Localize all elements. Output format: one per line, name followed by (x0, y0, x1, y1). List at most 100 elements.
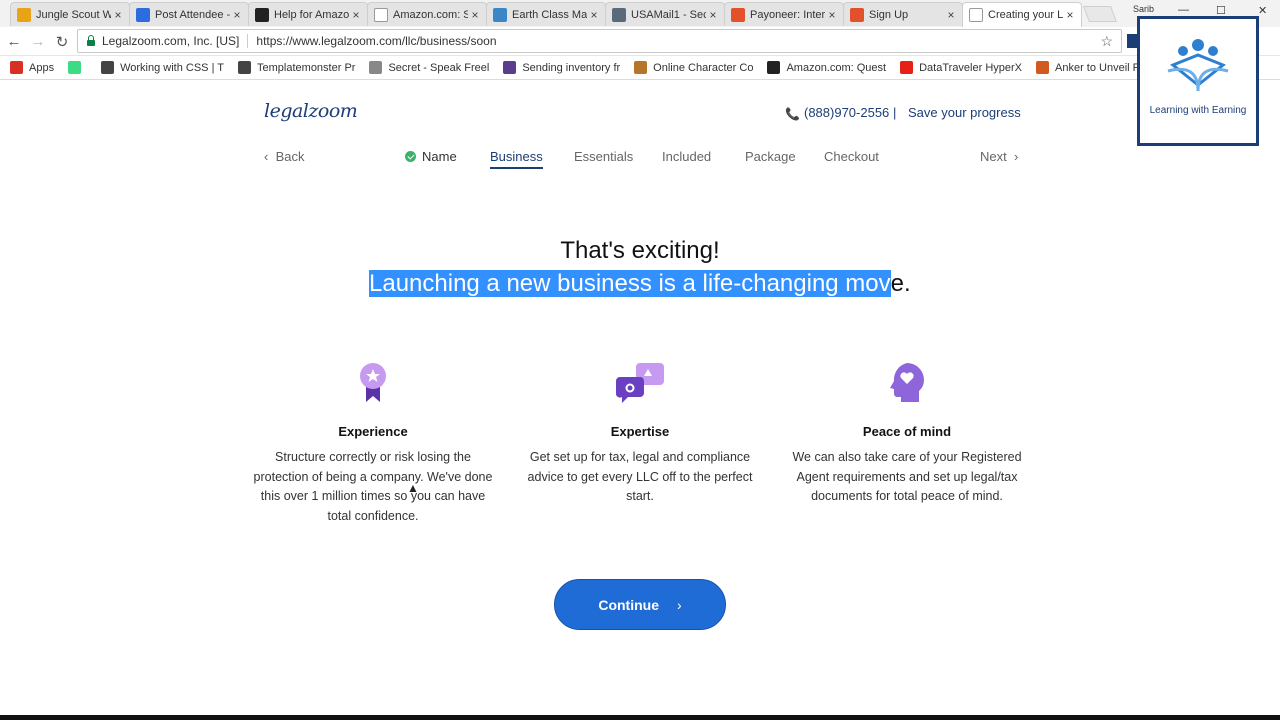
feature-title: Experience (338, 424, 408, 439)
close-icon[interactable]: × (706, 8, 720, 22)
step-package[interactable]: Package (745, 149, 796, 164)
tab-title: Sign Up (869, 8, 909, 21)
url-text[interactable]: https://www.legalzoom.com/llc/business/s… (256, 34, 496, 48)
browser-tab[interactable]: Amazon.com: S × (367, 2, 487, 26)
bookmark-item[interactable]: Working with CSS | T (101, 61, 224, 74)
browser-toolbar: ← → ↻ Legalzoom.com, Inc. [US] https://w… (0, 27, 1280, 56)
bookmark-item[interactable]: Secret - Speak Freel (369, 61, 489, 74)
apps-grid-icon (10, 61, 23, 74)
save-progress-link[interactable]: Save your progress (908, 105, 1021, 120)
feature-body: Structure correctly or risk losing the p… (253, 450, 493, 523)
phone-number[interactable]: (888)970-2556 (804, 105, 889, 120)
close-window-icon[interactable]: ✕ (1258, 4, 1267, 17)
amazon-icon (374, 7, 388, 22)
continue-button[interactable]: Continue › (554, 579, 726, 630)
header-divider: | (893, 105, 897, 120)
hero-subtitle: Launching a new business is a life-chang… (369, 270, 911, 297)
award-ribbon-icon (360, 363, 386, 402)
step-included[interactable]: Included (662, 149, 711, 164)
tab-title: Help for Amazo (274, 8, 349, 21)
bookmark-item[interactable]: Sending inventory fr (503, 61, 620, 74)
tab-title: Amazon.com: S (393, 8, 468, 21)
next-link[interactable]: Next › (980, 149, 1018, 164)
close-icon[interactable]: × (230, 8, 244, 22)
back-arrow-icon[interactable]: ← (6, 33, 22, 50)
page-content: legalzoom 📞 (888)970-2556 | Save your pr… (0, 81, 1280, 715)
browser-tab[interactable]: USAMail1 - Sec × (605, 2, 725, 26)
bookmark-label: Working with CSS | T (120, 61, 225, 74)
browser-tab[interactable]: Creating your L × (962, 2, 1082, 27)
signup-icon (850, 7, 864, 22)
profile-name[interactable]: Sarib (1133, 4, 1154, 14)
legalzoom-logo[interactable]: legalzoom (264, 100, 358, 122)
box-icon (634, 61, 648, 74)
chevron-right-icon: › (676, 596, 682, 613)
browser-tab[interactable]: Earth Class Mail × (486, 2, 606, 26)
step-essentials[interactable]: Essentials (574, 149, 633, 164)
earth-class-mail-icon (493, 7, 507, 22)
minimize-icon[interactable]: — (1178, 4, 1189, 16)
step-checkout[interactable]: Checkout (824, 149, 879, 164)
bookmark-item[interactable]: Online Character Co (634, 61, 753, 74)
tab-title: Creating your L (988, 9, 1063, 21)
bookmarks-bar: Apps Working with CSS | T Templatemonster … (0, 56, 1280, 80)
bookmark-star-icon[interactable]: ☆ (1100, 33, 1113, 50)
check-circle-icon (405, 151, 416, 162)
tab-title: Jungle Scout W (36, 8, 111, 21)
amazon-icon (767, 61, 781, 74)
tab-title: Payoneer: Inter (750, 8, 825, 21)
secret-icon (369, 61, 383, 74)
browser-tab-strip: Jungle Scout W × Post Attendee - × Help for … (0, 0, 1280, 27)
feature-body: Get set up for tax, legal and compliance… (527, 450, 753, 503)
templatemonster-icon (238, 61, 252, 74)
bookmark-item[interactable]: Amazon.com: Quest (767, 61, 886, 74)
close-icon[interactable]: × (349, 8, 363, 22)
bookmark-label: Amazon.com: Quest (786, 61, 887, 74)
bookmark-label: Sending inventory fr (522, 61, 621, 74)
browser-tab[interactable]: Post Attendee - × (129, 2, 249, 26)
taskbar-strip (0, 715, 1280, 720)
close-icon[interactable]: × (944, 8, 958, 22)
back-link[interactable]: ‹ Back (264, 149, 304, 164)
bookmark-item[interactable]: DataTraveler HyperX (900, 61, 1022, 74)
chevron-left-icon: ‹ (264, 149, 276, 164)
feature-expertise: Expertise Get set up for tax, legal and … (515, 361, 765, 507)
close-icon[interactable]: × (1063, 8, 1077, 22)
watermark-logo: Learning with Earning (1137, 16, 1259, 146)
tab-title: USAMail1 - Sec (631, 8, 706, 21)
bookmark-item[interactable]: Templatemonster Pr (238, 61, 355, 74)
chevron-right-icon: › (1006, 149, 1019, 164)
close-icon[interactable]: × (587, 8, 601, 22)
bookmark-item[interactable] (68, 61, 87, 74)
feature-experience: Experience Structure correctly or risk l… (248, 361, 498, 526)
page-icon (969, 8, 983, 22)
tab-title: Post Attendee - (155, 8, 230, 21)
browser-tab[interactable]: Jungle Scout W × (10, 2, 130, 26)
close-icon[interactable]: × (825, 8, 839, 22)
chat-bubbles-icon (616, 363, 664, 403)
browser-tab[interactable]: Sign Up × (843, 2, 963, 26)
watermark-text: Learning with Earning (1149, 105, 1247, 116)
feature-body: We can also take care of your Registered… (792, 450, 1022, 503)
bookmark-label: Templatemonster Pr (257, 61, 356, 74)
youtube-icon (900, 61, 914, 74)
step-business[interactable]: Business (490, 149, 543, 169)
bookmark-label: Secret - Speak Freel (388, 61, 490, 74)
selected-text: Launching a new business is a life-chang… (369, 270, 891, 297)
site-origin: Legalzoom.com, Inc. [US] (102, 34, 249, 48)
feature-title: Peace of mind (862, 424, 952, 439)
browser-tab[interactable]: Payoneer: Inter × (724, 2, 844, 26)
browser-tab[interactable]: Help for Amazo × (248, 2, 368, 26)
close-icon[interactable]: × (468, 8, 482, 22)
close-icon[interactable]: × (111, 8, 125, 22)
step-name[interactable]: Name (405, 149, 457, 164)
new-tab-button[interactable] (1083, 6, 1117, 22)
forward-arrow-icon[interactable]: → (30, 33, 46, 50)
android-icon (68, 61, 82, 74)
reload-icon[interactable]: ↻ (54, 33, 70, 51)
amazon-icon (255, 7, 269, 22)
bookmark-item[interactable]: Apps (10, 61, 54, 74)
usamail-icon (612, 7, 626, 22)
bookmark-label: DataTraveler HyperX (919, 61, 1023, 74)
address-bar[interactable]: Legalzoom.com, Inc. [US] https://www.leg… (77, 29, 1122, 53)
